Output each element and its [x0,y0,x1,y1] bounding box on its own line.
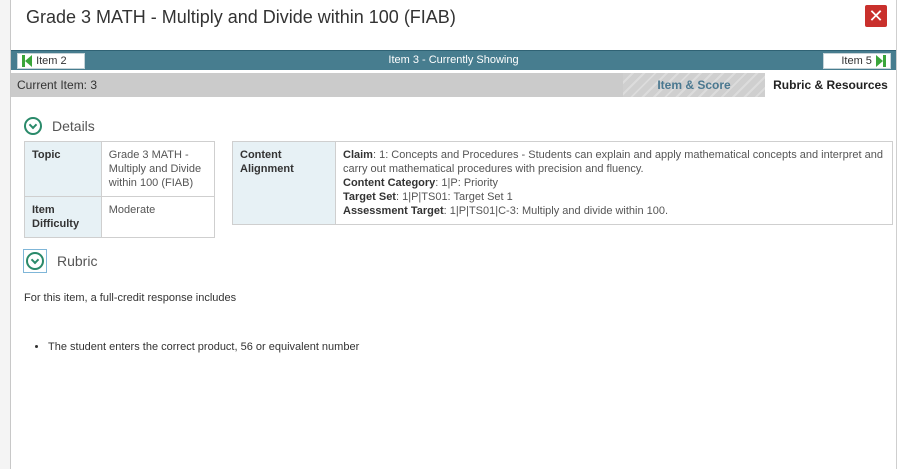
tab-bar: Current Item: 3 Item & Score Rubric & Re… [11,73,896,97]
alignment-value: Claim: 1: Concepts and Procedures - Stud… [335,141,893,225]
category-line: Content Category: 1|P: Priority [343,176,885,190]
category-label: Content Category [343,177,436,189]
claim-value: : 1: Concepts and Procedures - Students … [343,149,883,175]
category-value: : 1|P: Priority [435,177,499,189]
item-nav-bar: Item 2 Item 3 - Currently Showing Item 5 [11,50,896,70]
list-item: The student enters the correct product, … [48,341,359,353]
arrow-right-icon [875,55,886,68]
next-item-button[interactable]: Item 5 [823,53,891,69]
rubric-heading: Rubric [57,253,98,269]
topic-label: Topic [24,141,102,197]
current-item-status: Item 3 - Currently Showing [388,54,519,66]
claim-label: Claim [343,149,373,161]
left-scroll-edge [0,0,11,469]
assessment-value: : 1|P|TS01|C-3: Multiply and divide with… [443,205,669,217]
window-title: Grade 3 MATH - Multiply and Divide withi… [26,7,456,27]
alignment-label: Content Alignment [232,141,336,225]
assessment-label: Assessment Target [343,205,444,217]
topic-row: Topic Grade 3 MATH - Multiply and Divide… [24,141,216,197]
close-x-icon: ✕ [868,6,884,26]
tab-rubric-resources[interactable]: Rubric & Resources [765,73,896,97]
current-item-label: Current Item: 3 [17,78,98,92]
target-set-value: : 1|P|TS01: Target Set 1 [395,191,513,203]
content-alignment-table: Content Alignment Claim: 1: Concepts and… [232,141,893,225]
rubric-section-header: Rubric [23,249,97,273]
rubric-list: The student enters the correct product, … [48,341,359,353]
close-button[interactable]: ✕ [865,5,887,27]
details-topic-table: Topic Grade 3 MATH - Multiply and Divide… [24,141,216,238]
claim-line: Claim: 1: Concepts and Procedures - Stud… [343,148,885,176]
next-item-label: Item 5 [841,55,872,67]
tab-item-score[interactable]: Item & Score [623,73,765,97]
difficulty-label: Item Difficulty [24,196,102,238]
rubric-intro: For this item, a full-credit response in… [24,292,237,304]
difficulty-row: Item Difficulty Moderate [24,196,216,238]
details-toggle-button[interactable] [24,117,42,135]
rubric-toggle-button[interactable] [26,252,44,270]
topic-value: Grade 3 MATH - Multiply and Divide withi… [100,141,216,197]
alignment-row: Content Alignment Claim: 1: Concepts and… [232,141,893,225]
target-set-label: Target Set [343,191,396,203]
assessment-line: Assessment Target: 1|P|TS01|C-3: Multipl… [343,204,885,218]
difficulty-value: Moderate [100,196,216,238]
rubric-toggle-focus [23,249,47,273]
details-heading: Details [52,118,95,134]
title-bar: Grade 3 MATH - Multiply and Divide withi… [11,0,896,34]
details-section-header: Details [24,117,95,135]
chevron-down-icon [30,255,40,264]
target-set-line: Target Set: 1|P|TS01: Target Set 1 [343,190,885,204]
chevron-down-icon [28,120,38,129]
